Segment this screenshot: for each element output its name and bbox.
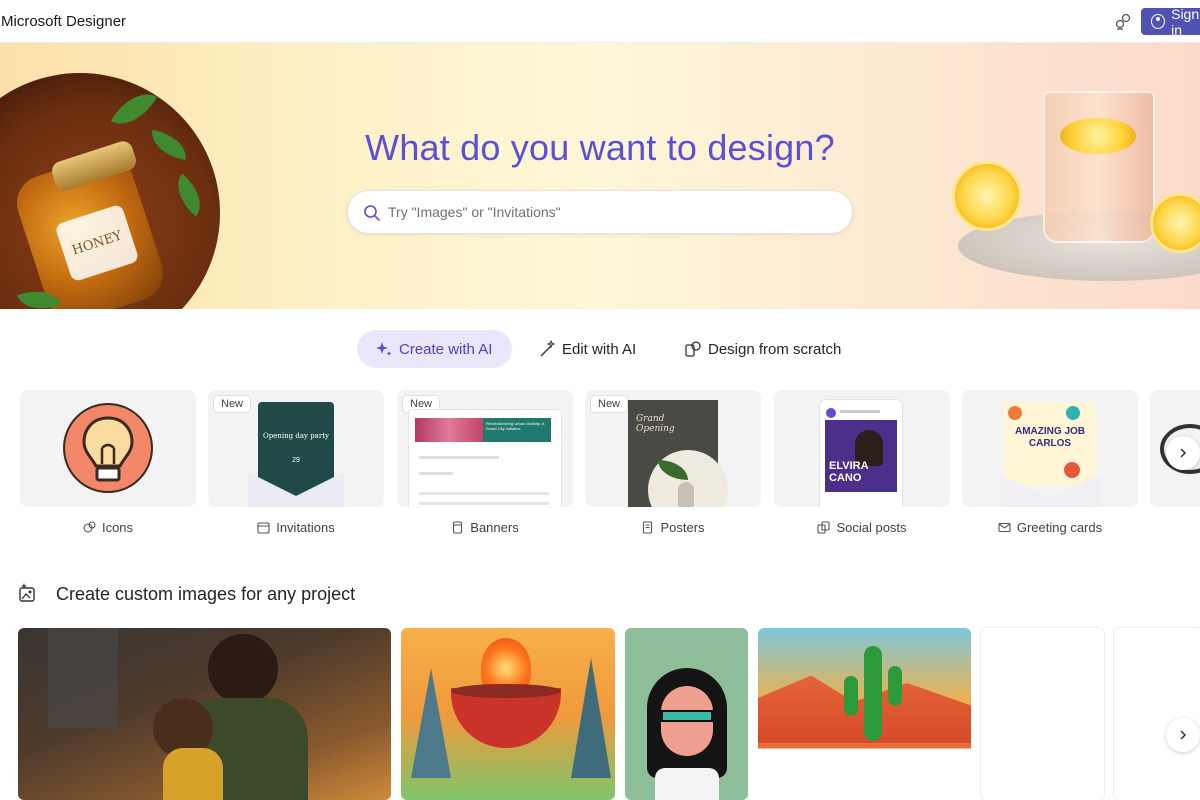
lightbulb-icon	[63, 403, 153, 493]
sign-in-label: Sign in	[1171, 5, 1200, 38]
flower-image	[415, 418, 483, 442]
poster-icon	[643, 520, 653, 534]
category-label-invitations[interactable]: Invitations	[208, 518, 384, 536]
person-icon	[1151, 14, 1166, 29]
category-card-banners[interactable]: New Revolutionizing Urban Mobility: A Sm…	[397, 390, 573, 507]
category-label-social-posts[interactable]: Social posts	[774, 518, 950, 536]
category-label-banners[interactable]: Banners	[397, 518, 573, 536]
top-bar: Microsoft Designer Sign in	[0, 0, 1200, 43]
image-sparkle-icon	[19, 583, 35, 602]
sign-in-button[interactable]: Sign in	[1141, 5, 1200, 38]
category-label-greeting-cards[interactable]: Greeting cards	[962, 518, 1138, 536]
new-badge: New	[591, 396, 628, 412]
category-label-text: Icons	[101, 519, 134, 535]
sparkle-icon	[376, 342, 392, 356]
category-label-text: Invitations	[276, 519, 335, 535]
banner-preview-title: Revolutionizing Urban Mobility: A Smart …	[483, 418, 551, 442]
category-card-invitations[interactable]: New Opening day party 29	[208, 390, 384, 507]
tab-create-with-ai[interactable]: Create with AI	[357, 330, 512, 368]
category-label-text: Greeting cards	[1016, 519, 1103, 535]
invitation-preview-day: 29	[292, 457, 300, 464]
tab-create-label: Create with AI	[399, 340, 493, 358]
category-label-posters[interactable]: Posters	[585, 518, 761, 536]
banner-preview: Revolutionizing Urban Mobility: A Smart …	[409, 410, 561, 507]
gallery-image-woman-portrait[interactable]	[625, 628, 748, 800]
category-card-social-posts[interactable]: ELVIRA CANO	[774, 390, 950, 507]
gallery-image-placeholder[interactable]	[1114, 628, 1200, 800]
gallery-image-grill[interactable]	[401, 628, 615, 800]
greeting-preview-text: AMAZING JOB CARLOS	[1015, 426, 1085, 449]
poster-preview-title: Grand Opening	[636, 414, 675, 434]
shapes-icon	[685, 341, 701, 357]
share-icon[interactable]	[1113, 12, 1133, 32]
tab-edit-label: Edit with AI	[562, 340, 637, 358]
gallery-image-mother-child[interactable]	[18, 628, 391, 800]
section-title: Create custom images for any project	[56, 584, 356, 604]
new-badge: New	[214, 396, 251, 412]
tab-edit-with-ai[interactable]: Edit with AI	[538, 330, 636, 368]
gallery-image-desert-cactus[interactable]	[758, 628, 971, 800]
tab-scratch-label: Design from scratch	[708, 340, 842, 358]
category-label-icons[interactable]: Icons	[20, 518, 196, 536]
invitation-preview-title: Opening day party	[263, 432, 329, 440]
category-label-text: Social posts	[836, 519, 907, 535]
gallery-image-placeholder[interactable]	[981, 628, 1104, 800]
mail-icon	[998, 522, 1011, 532]
carousel-next-button[interactable]	[1166, 436, 1200, 470]
category-carousel: Icons New Opening day party 29 Invitatio…	[0, 390, 1200, 540]
lemon-image	[952, 161, 1022, 231]
tab-design-from-scratch[interactable]: Design from scratch	[684, 330, 841, 368]
search-icon	[364, 205, 380, 221]
image-gallery	[0, 628, 1200, 800]
category-label-text: Banners	[470, 519, 519, 535]
gallery-next-button[interactable]	[1166, 718, 1200, 752]
banner-icon	[453, 520, 463, 534]
app-title[interactable]: Microsoft Designer	[1, 13, 126, 30]
chevron-right-icon	[1180, 448, 1187, 458]
poster-preview: Grand Opening	[628, 400, 728, 507]
greeting-card-preview: AMAZING JOB CARLOS	[1004, 402, 1096, 486]
social-icon	[817, 520, 831, 534]
category-card-icons[interactable]	[20, 390, 196, 507]
magic-wand-icon	[540, 340, 556, 357]
hero-banner: HONEY What do you want to design?	[0, 43, 1200, 309]
category-card-posters[interactable]: New Grand Opening	[585, 390, 761, 507]
search-input[interactable]	[388, 191, 828, 233]
portrait-image: ELVIRA CANO	[825, 420, 897, 492]
category-card-greeting-cards[interactable]: AMAZING JOB CARLOS	[962, 390, 1138, 507]
category-label-text: Posters	[660, 519, 705, 535]
icons-icon	[83, 520, 96, 533]
mode-tabs: Create with AI Edit with AI Design from …	[0, 330, 1200, 368]
hero-title: What do you want to design?	[365, 127, 835, 168]
search-bar[interactable]	[347, 190, 853, 234]
chevron-right-icon	[1180, 730, 1187, 740]
calendar-icon	[257, 521, 270, 534]
social-post-preview: ELVIRA CANO	[820, 400, 902, 507]
social-preview-name: ELVIRA CANO	[829, 460, 869, 484]
